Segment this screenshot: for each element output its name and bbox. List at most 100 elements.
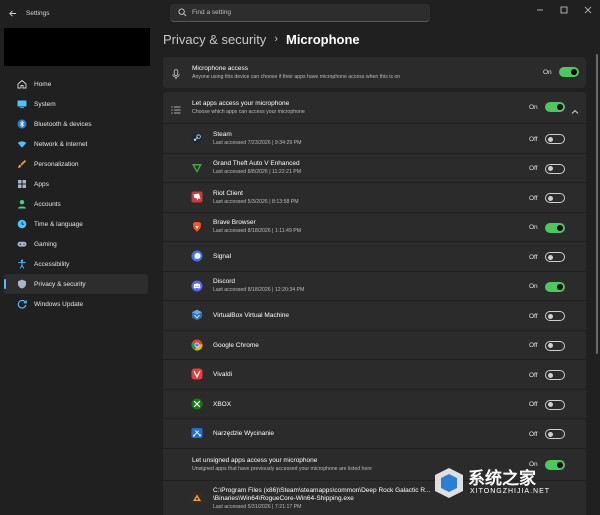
- game-exe-icon: [191, 492, 203, 504]
- minimize-icon[interactable]: [528, 0, 552, 20]
- let-apps-access-toggle-group: On: [529, 102, 565, 112]
- breadcrumb-parent[interactable]: Privacy & security: [163, 32, 266, 47]
- app-toggle-virtualbox[interactable]: [545, 311, 565, 321]
- sidebar-item-windows-update[interactable]: Windows Update: [4, 294, 148, 314]
- app-name: Google Chrome: [213, 341, 259, 349]
- discord-icon: [191, 280, 203, 292]
- sidebar: Home System Bluetooth & devices Network …: [0, 26, 152, 515]
- sidebar-item-accounts[interactable]: Accounts: [4, 194, 148, 214]
- app-toggle-snipping-tool[interactable]: [545, 429, 565, 439]
- sidebar-item-system[interactable]: System: [4, 94, 148, 114]
- list-item: VirtualBox Virtual Machine Off: [163, 300, 586, 330]
- app-toggle-brave[interactable]: [545, 222, 565, 233]
- app-toggle-chrome[interactable]: [545, 340, 565, 351]
- sidebar-item-time-language[interactable]: Time & language: [4, 214, 148, 234]
- last-accessed: Last accessed 8/8/2026 | 11:22:21 PM: [213, 169, 302, 176]
- toggle-state: Off: [529, 312, 538, 320]
- gamepad-icon: [16, 239, 27, 250]
- microphone-access-toggle[interactable]: [559, 67, 579, 77]
- toggle-state: On: [529, 224, 538, 231]
- breadcrumb: Privacy & security › Microphone: [163, 26, 600, 52]
- let-apps-access-description: Choose which apps can access your microp…: [192, 109, 305, 115]
- sidebar-item-accessibility[interactable]: Accessibility: [4, 254, 148, 274]
- watermark-text: 系统之家: [468, 469, 536, 488]
- list-item: Narzędzie Wycinanie Off: [163, 418, 586, 448]
- breadcrumb-separator: ›: [274, 33, 278, 45]
- toggle-state: Off: [529, 194, 538, 202]
- search-box[interactable]: [170, 4, 430, 22]
- app-name: Grand Theft Auto V Enhanced: [213, 160, 300, 168]
- let-apps-access-toggle[interactable]: [545, 102, 565, 112]
- apps-icon: [16, 179, 27, 190]
- page-title: Microphone: [285, 31, 360, 47]
- sidebar-item-personalization[interactable]: Personalization: [4, 154, 148, 174]
- maximize-icon[interactable]: [552, 0, 576, 20]
- app-toggle-xbox[interactable]: [545, 399, 565, 410]
- app-toggle-gta[interactable]: [545, 163, 565, 174]
- list-item: Vivaldi Off: [163, 359, 586, 389]
- app-toggle-signal[interactable]: [545, 252, 565, 262]
- microphone-access-card: Microphone access Anyone using this devi…: [163, 57, 586, 88]
- list-item: XBOX Off: [163, 388, 586, 418]
- app-toggle-discord[interactable]: [545, 281, 565, 292]
- app-title: Settings: [26, 9, 50, 17]
- app-name: Riot Client: [213, 189, 243, 197]
- sidebar-item-bluetooth[interactable]: Bluetooth & devices: [4, 114, 148, 134]
- sidebar-item-apps[interactable]: Apps: [4, 174, 148, 194]
- last-accessed: Last accessed 5/3/2026 | 8:13:58 PM: [213, 198, 299, 205]
- sidebar-item-gaming[interactable]: Gaming: [4, 234, 148, 254]
- sidebar-item-privacy-security[interactable]: Privacy & security: [4, 274, 148, 294]
- shield-icon: [16, 279, 27, 290]
- app-name: XBOX: [213, 400, 232, 408]
- list-icon: [171, 102, 181, 120]
- toggle-state: Off: [529, 135, 538, 143]
- search-icon: [176, 7, 188, 19]
- sidebar-item-network[interactable]: Network & internet: [4, 134, 148, 154]
- list-item: Brave Browser Last accessed 8/18/2026 | …: [163, 211, 586, 241]
- watermark: 系统之家 XITONGZHIJIA.NET: [428, 462, 600, 512]
- snipping-tool-icon: [191, 427, 203, 439]
- window-controls: [528, 0, 600, 20]
- app-name: VirtualBox Virtual Machine: [213, 312, 289, 319]
- watermark-logo-icon: [435, 468, 463, 498]
- title-bar: Settings: [0, 0, 600, 26]
- app-toggle-riot[interactable]: [545, 193, 565, 203]
- user-profile-redacted[interactable]: [4, 28, 150, 66]
- list-item: Riot Client Last accessed 5/3/2026 | 8:1…: [163, 182, 586, 212]
- clock-icon: [16, 219, 27, 230]
- microphone-access-title: Microphone access: [192, 65, 248, 72]
- watermark-url: XITONGZHIJIA.NET: [470, 488, 551, 495]
- toggle-state: Off: [529, 165, 538, 172]
- microphone-icon: [171, 67, 181, 85]
- app-name: Brave Browser: [213, 219, 256, 227]
- toggle-state: Off: [529, 401, 538, 408]
- unsigned-apps-description: Unsigned apps that have previously acces…: [192, 465, 372, 472]
- monitor-icon: [16, 99, 27, 110]
- sidebar-item-home[interactable]: Home: [4, 74, 148, 94]
- wifi-icon: [16, 139, 27, 150]
- search-input[interactable]: [192, 9, 412, 16]
- app-name: Steam: [213, 130, 232, 138]
- let-apps-access-card[interactable]: Let apps access your microphone Choose w…: [163, 92, 586, 123]
- sidebar-nav: Home System Bluetooth & devices Network …: [0, 74, 152, 314]
- app-toggle-steam[interactable]: [545, 134, 565, 144]
- gta-icon: [191, 162, 203, 174]
- app-name: Discord: [213, 278, 236, 286]
- app-toggle-vivaldi[interactable]: [545, 370, 565, 380]
- toggle-state: Off: [529, 430, 538, 438]
- person-icon: [16, 199, 27, 210]
- chevron-up-icon[interactable]: [571, 103, 579, 121]
- let-apps-access-title: Let apps access your microphone: [192, 100, 290, 107]
- app-name: Signal: [213, 253, 232, 260]
- close-icon[interactable]: [576, 0, 600, 20]
- back-arrow-icon[interactable]: [0, 0, 24, 26]
- toggle-state: On: [529, 283, 538, 290]
- last-accessed: Last accessed 7/23/2026 | 9:34:29 PM: [213, 139, 302, 146]
- let-apps-access-text: Let apps access your microphone Choose w…: [192, 100, 305, 115]
- brush-icon: [16, 159, 27, 170]
- scrollbar[interactable]: [596, 54, 598, 354]
- bluetooth-icon: [16, 119, 27, 130]
- app-name: Narzędzie Wycinanie: [213, 430, 274, 437]
- let-apps-access-state: On: [529, 103, 538, 111]
- microphone-access-text: Microphone access Anyone using this devi…: [192, 65, 400, 80]
